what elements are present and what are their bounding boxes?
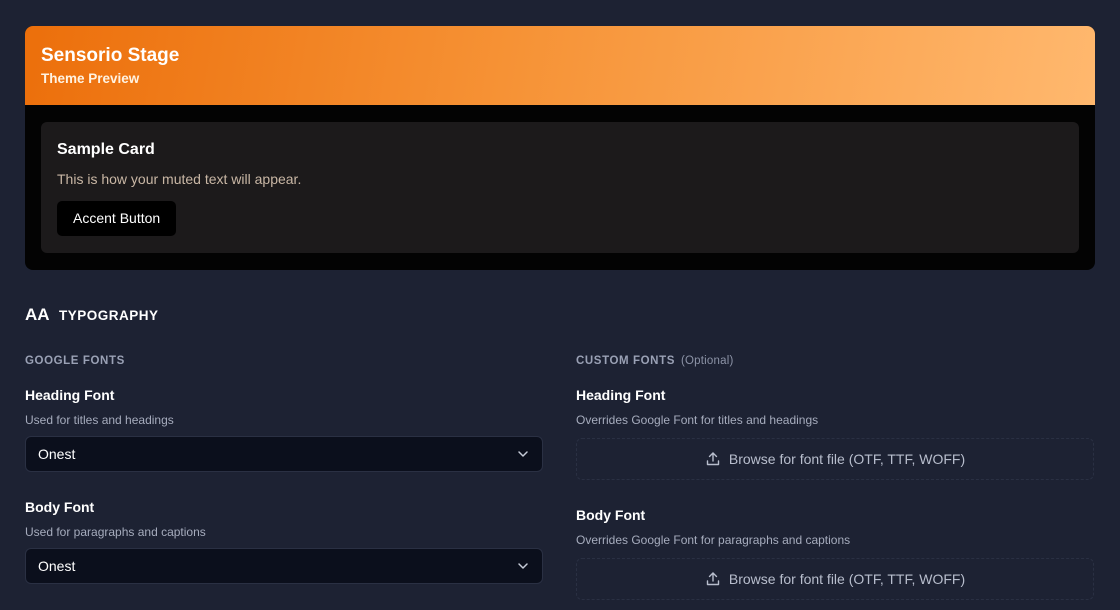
preview-banner: Sensorio Stage Theme Preview [25,26,1095,105]
custom-fonts-label-text: CUSTOM FONTS [576,355,675,367]
google-body-font-help: Used for paragraphs and captions [25,525,206,539]
sample-card: Sample Card This is how your muted text … [41,122,1079,253]
card-title: Sample Card [57,141,155,158]
aa-icon: AA [25,305,50,324]
google-body-font-title: Body Font [25,499,95,515]
upload-icon [706,572,720,586]
heading-font-upload-label: Browse for font file (OTF, TTF, WOFF) [728,451,966,467]
body-font-value: Onest [38,558,76,574]
custom-body-font-title: Body Font [576,507,646,523]
custom-heading-font-title: Heading Font [576,387,666,403]
google-heading-font-title: Heading Font [25,387,115,403]
chevron-down-icon [518,563,528,569]
google-fonts-column: GOOGLE FONTS Heading Font Used for title… [25,352,543,584]
card-muted-text: This is how your muted text will appear. [57,171,302,187]
brand-subtitle: Theme Preview [41,71,140,86]
heading-font-value: Onest [38,446,76,462]
typography-header: AA TYPOGRAPHY [25,305,159,325]
accent-button[interactable]: Accent Button [57,201,177,236]
optional-label: (Optional) [681,355,734,367]
heading-font-upload[interactable]: Browse for font file (OTF, TTF, WOFF) [576,438,1094,480]
body-font-upload[interactable]: Browse for font file (OTF, TTF, WOFF) [576,558,1094,600]
section-title: TYPOGRAPHY [59,307,159,323]
upload-icon [706,452,720,466]
theme-preview: Sensorio Stage Theme Preview Sample Card… [25,26,1095,270]
custom-fonts-label: CUSTOM FONTS (Optional) [576,352,1094,370]
custom-body-font-help: Overrides Google Font for paragraphs and… [576,533,851,547]
heading-font-select[interactable]: Onest [25,436,543,472]
chevron-down-icon [518,451,528,457]
google-heading-font-help: Used for titles and headings [25,413,174,427]
brand-title: Sensorio Stage [41,45,180,66]
custom-heading-font-help: Overrides Google Font for titles and hea… [576,413,819,427]
custom-fonts-column: CUSTOM FONTS (Optional) Heading Font Over… [576,352,1094,600]
body-font-upload-label: Browse for font file (OTF, TTF, WOFF) [728,571,966,587]
body-font-select[interactable]: Onest [25,548,543,584]
google-fonts-label: GOOGLE FONTS [25,355,125,367]
